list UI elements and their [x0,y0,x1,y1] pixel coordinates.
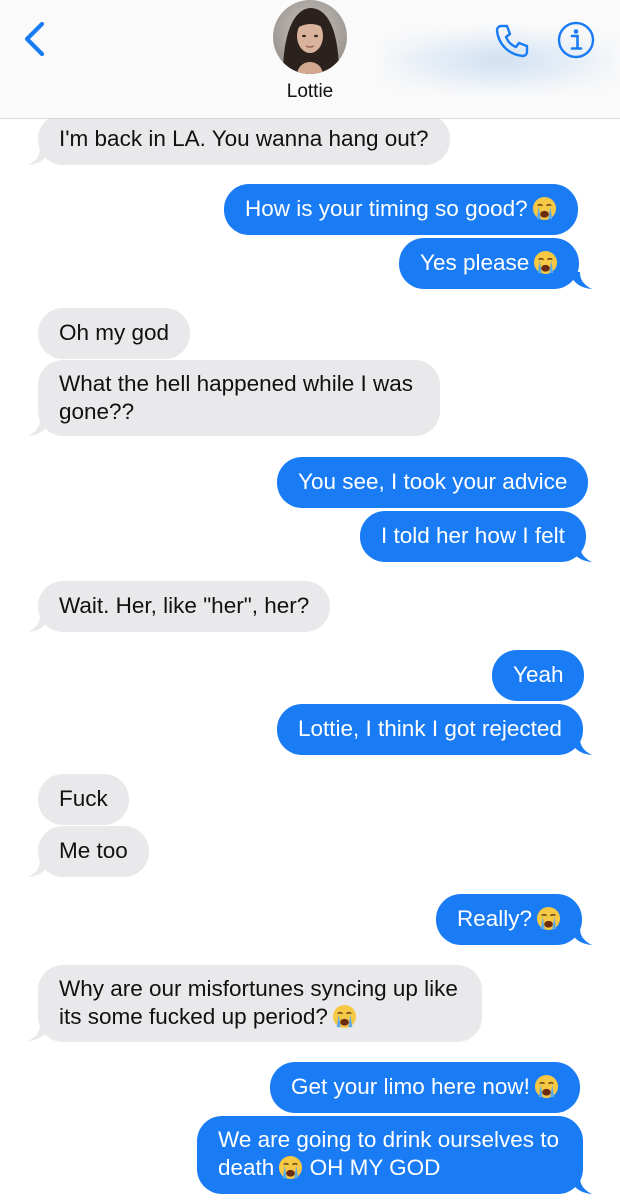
message-bubble-incoming[interactable]: Why are our misfortunes syncing up like … [38,965,482,1042]
conversation-header: Lottie [0,0,620,119]
bubble-tail [570,928,592,945]
avatar-photo [273,0,347,74]
message-bubble-incoming[interactable]: I'm back in LA. You wanna hang out? [38,114,450,165]
message-bubble-outgoing[interactable]: I told her how I felt [360,511,586,562]
message-text: What the hell happened while I was gone?… [59,371,413,424]
message-bubble-incoming[interactable]: What the hell happened while I was gone?… [38,360,440,436]
message-bubble-outgoing[interactable]: You see, I took your advice [277,457,589,508]
message-bubble-outgoing[interactable]: Yes please [399,238,580,289]
info-icon [557,21,595,59]
contact-avatar[interactable] [273,0,347,74]
message-bubble-outgoing[interactable]: Lottie, I think I got rejected [277,704,583,755]
message-text: Why are our misfortunes syncing up like … [59,976,458,1029]
info-button[interactable] [556,20,596,60]
message-text: Yes please [420,250,530,275]
back-button[interactable] [20,20,50,58]
bubble-tail [28,148,50,165]
message-bubble-incoming[interactable]: Fuck [38,774,129,825]
crying-face-emoji-icon [279,1155,303,1180]
crying-face-emoji-icon [332,1004,356,1029]
message-bubble-outgoing[interactable]: Really? [436,894,583,945]
bubble-tail [570,272,592,289]
message-text: Fuck [59,786,108,811]
message-bubble-incoming[interactable]: Oh my god [38,308,191,359]
message-text: How is your timing so good? [245,196,528,221]
message-text: Get your limo here now! [291,1074,530,1099]
chevron-left-icon [24,21,45,57]
message-bubble-outgoing[interactable]: We are going to drink ourselves to death… [197,1116,583,1194]
message-text: Me too [59,838,128,863]
message-text: OH MY GOD [309,1155,441,1180]
message-text: Yeah [513,662,564,687]
bubble-tail [570,1177,592,1194]
message-bubble-incoming[interactable]: Me too [38,826,149,877]
message-text: Oh my god [59,320,170,345]
bubble-tail [570,545,592,562]
bubble-tail [28,615,50,632]
crying-face-emoji-icon [534,250,558,275]
bubble-tail [28,1024,50,1041]
message-text: I'm back in LA. You wanna hang out? [59,126,429,151]
crying-face-emoji-icon [534,1074,558,1099]
phone-button[interactable] [492,20,532,60]
bubble-tail [28,860,50,877]
bubble-tail [28,419,50,436]
crying-face-emoji-icon [532,196,556,221]
message-bubble-outgoing[interactable]: Get your limo here now! [270,1062,580,1113]
message-text: I told her how I felt [381,523,565,548]
bubble-tail [570,738,592,755]
message-bubble-incoming[interactable]: Wait. Her, like "her", her? [38,581,331,632]
message-text: Wait. Her, like "her", her? [59,593,310,618]
phone-icon [495,24,529,58]
crying-face-emoji-icon [537,906,561,931]
message-bubble-outgoing[interactable]: Yeah [492,650,585,701]
message-text: Really? [457,906,533,931]
message-bubble-outgoing[interactable]: How is your timing so good? [224,184,578,235]
message-text: You see, I took your advice [298,469,568,494]
message-text: Lottie, I think I got rejected [298,716,562,741]
